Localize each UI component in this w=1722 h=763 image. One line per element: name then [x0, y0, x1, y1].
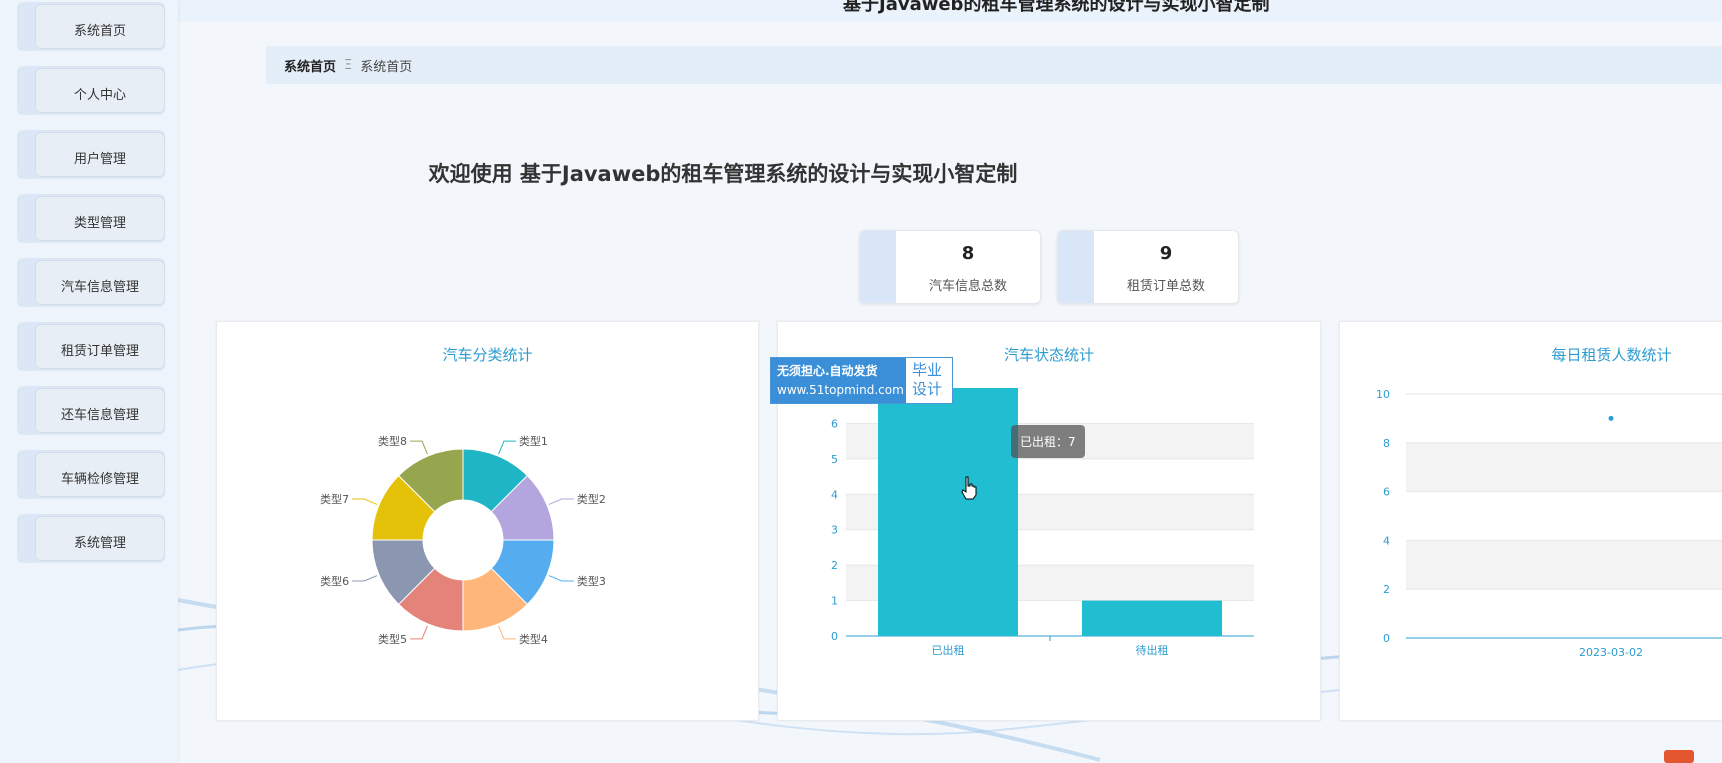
watermark-line2: www.51topmind.com [777, 383, 904, 397]
y-tick-label: 0 [831, 630, 838, 643]
pie-label-line [352, 575, 378, 582]
daily-rental-chart-panel: 每日租赁人数统计 0 2 4 6 8 10 2023-03-02 [1339, 321, 1722, 721]
pie-label: 类型4 [519, 632, 548, 646]
stat-card-cars: 8 汽车信息总数 [859, 230, 1041, 304]
sidebar-item-home[interactable]: 系统首页 [17, 2, 165, 51]
grid-band [1406, 540, 1722, 590]
data-point [1608, 415, 1614, 421]
x-tick-label: 2023-03-02 [1579, 646, 1643, 659]
pie-label-line [410, 625, 428, 640]
stat-label: 租赁订单总数 [1126, 279, 1205, 294]
bar [1082, 600, 1222, 636]
y-tick-label: 2 [1383, 583, 1390, 596]
sidebar: 系统首页 个人中心 用户管理 类型管理 汽车信息管理 租赁订单管理 还车信息管理… [0, 0, 178, 763]
y-tick-label: 1 [831, 595, 838, 608]
breadcrumb: 系统首页 Ξ 系统首页 [266, 46, 1722, 84]
breadcrumb-separator-icon: Ξ [344, 57, 353, 73]
pie-label: 类型7 [320, 492, 349, 506]
sidebar-item-label: 还车信息管理 [35, 388, 165, 433]
watermark-line1: 无须担心.自动发货 [777, 364, 878, 378]
stat-card-orders: 9 租赁订单总数 [1057, 230, 1239, 304]
y-tick-label: 6 [831, 417, 838, 430]
y-tick-label: 4 [831, 488, 838, 501]
pie-label: 类型8 [378, 434, 407, 448]
sidebar-item-system[interactable]: 系统管理 [17, 514, 165, 563]
stat-card-stripe [860, 231, 896, 303]
sidebar-item-cars[interactable]: 汽车信息管理 [17, 258, 165, 307]
pie-label-line [410, 440, 428, 455]
watermark-right2: 设计 [912, 380, 943, 398]
stat-card-stripe [1058, 231, 1094, 303]
bar [878, 388, 1018, 636]
top-bar: 基于Javaweb的租车管理系统的设计与实现小智定制 [178, 0, 1722, 22]
watermark-right1: 毕业 [912, 361, 943, 379]
y-tick-label: 2 [831, 559, 838, 572]
pie-label: 类型3 [577, 574, 606, 588]
x-tick-label: 已出租 [932, 643, 965, 657]
hand-cursor-icon [961, 476, 977, 500]
welcome-heading: 欢迎使用 基于Javaweb的租车管理系统的设计与实现小智定制 [428, 162, 1018, 186]
watermark-right: 毕业 设计 [906, 358, 952, 403]
sidebar-item-label: 系统管理 [35, 516, 165, 561]
app-title: 基于Javaweb的租车管理系统的设计与实现小智定制 [843, 0, 1270, 15]
sidebar-item-maintenance[interactable]: 车辆检修管理 [17, 450, 165, 499]
stat-value: 9 [1159, 243, 1173, 264]
breadcrumb-current: 系统首页 [360, 59, 413, 75]
pie-label: 类型1 [519, 434, 548, 448]
stat-value: 8 [961, 243, 975, 264]
pie-label-line [498, 625, 516, 640]
y-tick-label: 5 [831, 453, 838, 466]
stat-label: 汽车信息总数 [928, 279, 1007, 294]
watermark-badge[interactable]: 无须担心.自动发货 www.51topmind.com 毕业 设计 [770, 357, 953, 404]
pie-chart: 类型1 类型2 类型3 类型4 类型5 类型6 类型7 类型8 [320, 434, 606, 646]
sidebar-item-users[interactable]: 用户管理 [17, 130, 165, 179]
y-tick-label: 10 [1376, 388, 1390, 401]
sidebar-item-label: 个人中心 [35, 68, 165, 113]
pie-label-line [548, 498, 574, 505]
y-tick-label: 6 [1383, 486, 1390, 499]
y-tick-label: 3 [831, 524, 838, 537]
breadcrumb-home[interactable]: 系统首页 [284, 56, 336, 75]
grid-band [1406, 442, 1722, 492]
sidebar-item-label: 租赁订单管理 [35, 324, 165, 369]
car-category-chart-panel: 汽车分类统计 类型1 类型2 类型3 类型4 类型5 类型6 类型7 类型8 [216, 321, 759, 721]
corner-logo-icon [1664, 750, 1694, 763]
pie-label-line [352, 498, 378, 505]
sidebar-item-profile[interactable]: 个人中心 [17, 66, 165, 115]
chart-tooltip: 已出租：7 [1011, 425, 1085, 458]
pie-label-line [498, 440, 516, 455]
sidebar-item-types[interactable]: 类型管理 [17, 194, 165, 243]
sidebar-item-label: 系统首页 [35, 4, 165, 49]
sidebar-item-orders[interactable]: 租赁订单管理 [17, 322, 165, 371]
pie-label: 类型2 [577, 492, 606, 506]
pie-label-line [548, 575, 574, 582]
scatter-chart: 0 2 4 6 8 10 2023-03-02 [1376, 388, 1722, 659]
sidebar-item-label: 类型管理 [35, 196, 165, 241]
sidebar-item-label: 汽车信息管理 [35, 260, 165, 305]
y-tick-label: 0 [1383, 632, 1390, 645]
y-tick-label: 4 [1383, 534, 1390, 547]
sidebar-item-label: 用户管理 [35, 132, 165, 177]
x-tick-label: 待出租 [1136, 643, 1169, 657]
pie-label: 类型5 [378, 632, 407, 646]
watermark-left: 无须担心.自动发货 www.51topmind.com [771, 358, 906, 403]
pie-label: 类型6 [320, 574, 349, 588]
sidebar-item-returns[interactable]: 还车信息管理 [17, 386, 165, 435]
sidebar-item-label: 车辆检修管理 [35, 452, 165, 497]
y-tick-label: 8 [1383, 437, 1390, 450]
